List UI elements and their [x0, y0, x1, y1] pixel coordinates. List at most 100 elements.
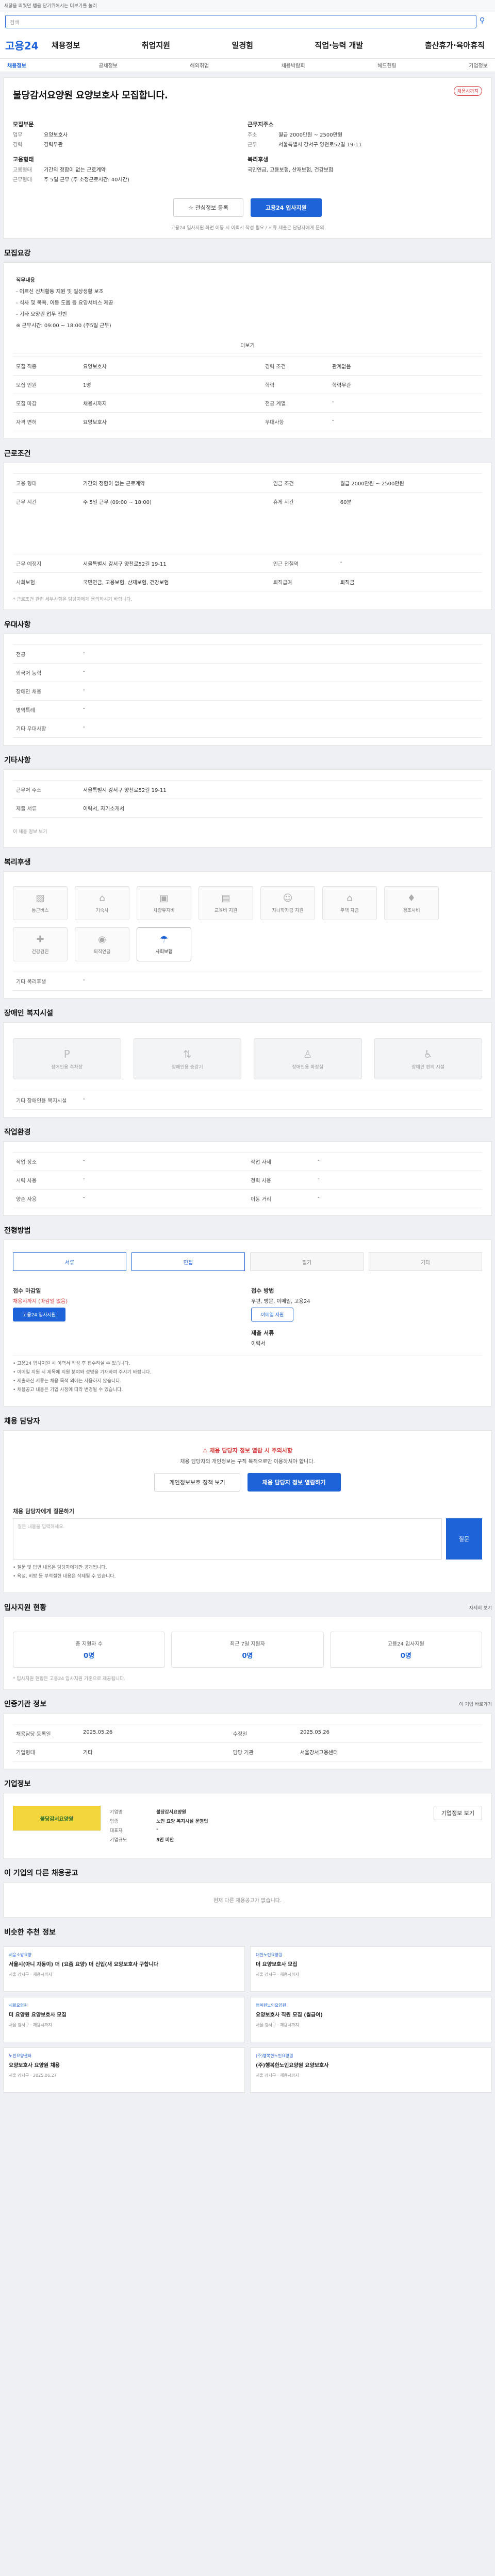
disabled-card: P 장애인용 주차장 ⇅ 장애인용 승강기 ♙ 장애인용 화장실 ♿ 장애인 편의 시설…	[3, 1022, 492, 1117]
welfare-item-active: ☂ 사회보험	[137, 927, 191, 961]
company-logo: 불당감서요양원	[13, 1806, 101, 1831]
restroom-icon: ♙	[303, 1047, 312, 1060]
table-row: 전공 -	[13, 645, 482, 664]
list-item[interactable]: 세화요양원 더 요양원 요양보호사 모집 서울 강서구 · 채용시까지	[3, 1997, 245, 2042]
global-header: 고용24 채용정보 취업지원 일경험 직업·능력 개발 출산휴가·육아휴직	[0, 32, 495, 59]
deadline-badge: 채용시까지	[453, 86, 482, 96]
welfare-item: ▨ 통근버스	[13, 886, 68, 920]
work-card: 고용 형태 기간의 정함이 없는 근로계약 임금 조건 월급 2000만원 ~ 250…	[3, 463, 492, 610]
warning-icon: ⚠	[202, 1447, 210, 1454]
apply-step-written: 필기	[250, 1252, 364, 1271]
question-submit-button[interactable]: 질문	[446, 1518, 482, 1560]
contact-section-title: 채용 담당자	[4, 1417, 40, 1426]
recommend-section-title: 비슷한 추천 정보	[4, 1928, 56, 1937]
site-logo[interactable]: 고용24	[5, 38, 52, 53]
gnb-item-training[interactable]: 직업·능력 개발	[315, 40, 364, 50]
prefer-section-title: 우대사항	[4, 621, 31, 629]
star-icon: ☆	[188, 204, 195, 211]
table-row: 기타 우대사항 -	[13, 719, 482, 738]
apply-steps: 서류 면접 필기 기타	[13, 1252, 482, 1271]
summary-right-title: 근무지주소	[248, 121, 274, 128]
house-icon: ⌂	[99, 893, 105, 904]
table-row: 근무처 주소 서울특별시 강서구 양천로52길 19-11	[13, 780, 482, 799]
work-table: 고용 형태 기간의 정함이 없는 근로계약 임금 조건 월급 2000만원 ~ 250…	[13, 473, 482, 591]
prefer-table: 전공 - 외국어 능력 - 장애인 채용 - 병역특례 - 기타 우대사항 -	[13, 645, 482, 738]
apply-button[interactable]: 고용24 입사지원	[250, 198, 322, 217]
subnav-item-headhunt[interactable]: 헤드헌팅	[377, 61, 397, 69]
search-input[interactable]: 검색	[5, 15, 476, 28]
table-row: 외국어 능력 -	[13, 663, 482, 682]
top-notice-bar: 새창을 띄웠던 탭을 닫기위해서는 더보기를 눌러	[0, 0, 495, 11]
table-row: 기타 장애인용 복지시설 -	[13, 1091, 482, 1110]
scrap-button[interactable]: ☆ 관심정보 등록	[173, 198, 243, 217]
subnav-item-public[interactable]: 공채정보	[98, 61, 118, 69]
welfare-item: ⌂ 기숙사	[75, 886, 129, 920]
stats-section-title: 입사지원 현황	[4, 1604, 47, 1612]
gnb-item-experience[interactable]: 일경험	[232, 40, 253, 50]
stats-card: 총 지원자 수 0명 최근 7일 지원자 0명 고용24 입사지원 0명 * 입사지원…	[3, 1617, 492, 1689]
table-row: 병역특례 -	[13, 700, 482, 719]
list-item[interactable]: 노인요양센터 요양보호사 요양원 채용 서울 강서구 · 2025.06.27	[3, 2047, 245, 2093]
question-input[interactable]: 질문 내용을 입력하세요.	[13, 1518, 442, 1560]
accessibility-icon: ♿	[423, 1047, 433, 1060]
table-row: 근무 시간 주 5일 근무 (09:00 ~ 18:00) 휴게 시간 60분	[13, 492, 482, 554]
table-row: 작업 장소 - 작업 자세 -	[13, 1152, 482, 1171]
table-row: 기타 복리후생 -	[13, 972, 482, 991]
list-item[interactable]: 행복한노인요양원 요양보호사 직원 모집 (월급여) 서울 강서구 · 채용시까지	[250, 1997, 492, 2042]
work-note: * 근로조건 관련 세부사항은 담당자에게 문의하시기 바랍니다.	[13, 597, 133, 602]
apply-notes: • 고용24 입사지원 시 이력서 작성 후 접수하실 수 있습니다. • 이메…	[13, 1355, 482, 1399]
recruit-card: 직무내용 - 어르신 신체활동 지원 및 일상생활 보조 - 식사 및 목욕, …	[3, 262, 492, 439]
stats-more-link[interactable]: 자세히 보기	[469, 1604, 492, 1611]
subnav-item-overseas[interactable]: 해외취업	[190, 61, 209, 69]
recruit-description: 직무내용 - 어르신 신체활동 지원 및 일상생활 보조 - 식사 및 목욕, …	[16, 278, 113, 329]
list-item[interactable]: 대한노인요양원 더 요양보호사 모집 서울 강서구 · 채용시까지	[250, 1946, 492, 1992]
apply-card: 서류 면접 필기 기타 접수 마감일 채용시까지 (마감일 없음) 고용24 입…	[3, 1240, 492, 1406]
table-row: 양손 사용 - 이동 거리 -	[13, 1189, 482, 1208]
env-card: 작업 장소 - 작업 자세 - 시력 사용 - 청력 사용 - 양손 사용 - 이동 거리 -	[3, 1141, 492, 1216]
manage-section-title: 인증기관 정보	[4, 1700, 47, 1708]
table-row: 사회보험 국민연금, 고용보험, 산재보험, 건강보험 퇴직급여 퇴직금	[13, 572, 482, 591]
welfare-card: ▨ 통근버스 ⌂ 기숙사 ▣ 차량유지비 ▤ 교육비 지원 ☺ 자녀학자금 지원 ⌂ 주택 …	[3, 871, 492, 998]
list-item[interactable]: (주)행복한노인요양원 (주)행복한노인요양원 요양보호사 서울 강서구 · 채용시…	[250, 2047, 492, 2093]
apply-email-button[interactable]: 이메일 지원	[251, 1308, 294, 1321]
pension-icon: ◉	[98, 934, 106, 945]
table-row: 모집 직종 요양보호사 경력 조건 관계없음	[13, 357, 482, 376]
related-section-title: 이 기업의 다른 채용공고	[4, 1869, 78, 1877]
extra-section-title: 기타사항	[4, 756, 31, 765]
view-contact-button[interactable]: 채용 담당자 정보 열람하기	[247, 1473, 341, 1492]
extra-link[interactable]: 이 채용 정보 보기	[13, 823, 482, 840]
extra-table: 근무처 주소 서울특별시 강서구 양천로52길 19-11 제출 서류 이력서, 자…	[13, 780, 482, 818]
summary-cond-title: 고용형태	[13, 156, 34, 163]
apply-online-button[interactable]: 고용24 입사지원	[13, 1308, 65, 1321]
search-icon[interactable]: ⚲	[480, 16, 490, 27]
welfare-item: ◉ 퇴직연금	[75, 927, 129, 961]
manage-link[interactable]: 이 기업 바로가기	[459, 1701, 492, 1707]
book-icon: ▤	[221, 893, 230, 904]
more-button[interactable]: 더보기	[13, 337, 482, 353]
elevator-icon: ⇅	[183, 1047, 192, 1060]
job-summary-card: 채용시까지 불당감서요양원 요양보호사 모집합니다. 모집부문 업무 요양보호사 …	[3, 77, 492, 239]
table-row: 기업형태 기타 담당 기관 서울강서고용센터	[13, 1742, 482, 1761]
welfare-item: ✚ 건강검진	[13, 927, 68, 961]
apply-step-interview: 면접	[131, 1252, 245, 1271]
list-item[interactable]: 세웅소방요양 서울시(아니 자동이) 더 (요즘 요양) 더 신입(새 요양보호사…	[3, 1946, 245, 1992]
table-row: 모집 마감 채용시까지 전공 계열 -	[13, 394, 482, 413]
subnav-item-company[interactable]: 기업정보	[469, 61, 488, 69]
apply-step-etc: 기타	[369, 1252, 482, 1271]
company-section-title: 기업정보	[4, 1780, 31, 1788]
car-icon: ▣	[159, 893, 169, 904]
insurance-icon: ☂	[159, 934, 169, 945]
table-row: 자격 면허 요양보호사 우대사항 -	[13, 412, 482, 431]
subnav-item-fair[interactable]: 채용박람회	[282, 61, 305, 69]
welfare-section-title: 복리후생	[4, 858, 31, 867]
gnb-item-jobs[interactable]: 채용정보	[52, 40, 80, 50]
gnb-item-leave[interactable]: 출산휴가·육아휴직	[425, 40, 485, 50]
bus-icon: ▨	[36, 893, 45, 904]
privacy-policy-button[interactable]: 개인정보보호 정책 보기	[154, 1473, 240, 1492]
company-info-button[interactable]: 기업정보 보기	[433, 1806, 482, 1820]
work-section-title: 근로조건	[4, 450, 31, 458]
subnav-item-jobs[interactable]: 채용정보	[7, 61, 26, 69]
gnb-item-support[interactable]: 취업지원	[142, 40, 170, 50]
child-icon: ☺	[283, 893, 293, 904]
related-empty: 현재 다른 채용공고가 없습니다.	[3, 1882, 492, 1918]
